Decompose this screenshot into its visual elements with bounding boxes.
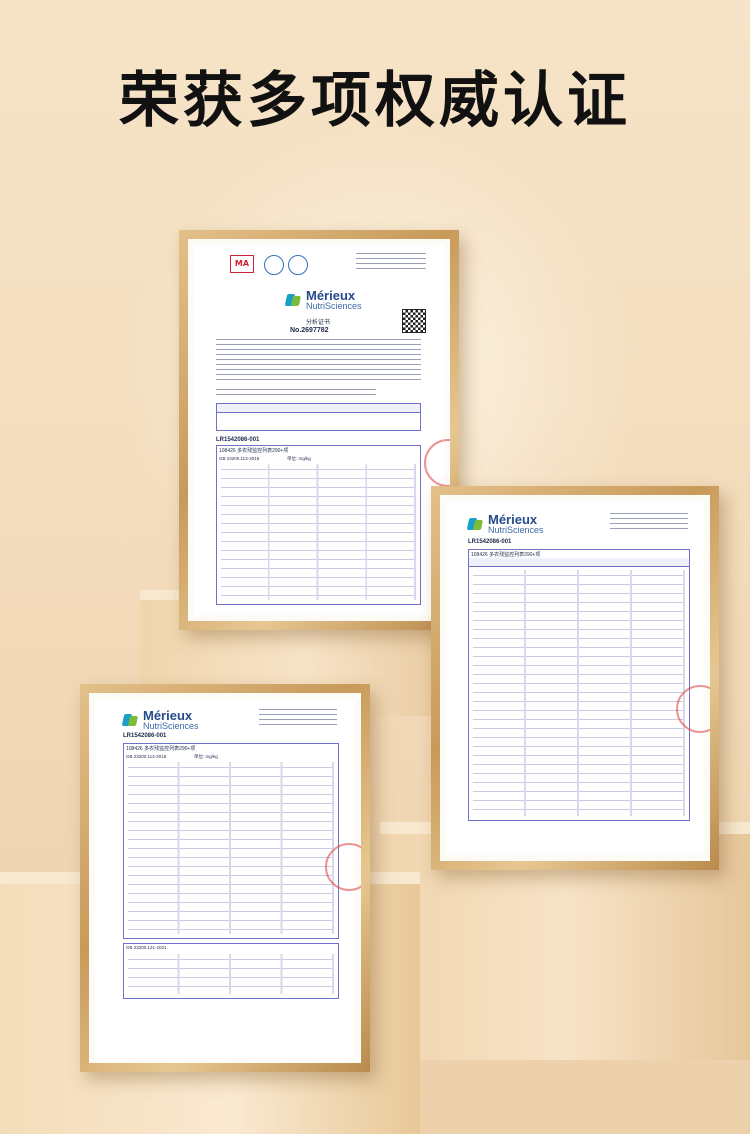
- brand-logo: Mérieux NutriSciences: [123, 709, 199, 731]
- unit-label: 单位: mg/kg: [194, 754, 218, 759]
- results-table: 108426 多农残监控列表290+项: [468, 549, 690, 821]
- sample-id: LR1542086-001: [123, 733, 167, 739]
- certificate-paper: Mérieux NutriSciences LR1542086-001 1084…: [89, 693, 361, 1063]
- certificate-frame-left: Mérieux NutriSciences LR1542086-001 1084…: [80, 684, 370, 1072]
- address-block: [356, 253, 426, 269]
- test-package: 108426 多农残监控列表290+项: [126, 746, 196, 752]
- brand-mark-icon: [286, 292, 302, 308]
- unit-label: 单位: mg/kg: [287, 456, 311, 461]
- test-package: 108426 多农残监控列表290+项: [219, 448, 289, 454]
- certificate-paper: Mérieux NutriSciences LR1542086-001 1084…: [440, 495, 710, 861]
- test-date-block: [216, 389, 376, 399]
- certificate-paper: MA Mérieux NutriSciences 分析证书 No.2697782…: [188, 239, 450, 621]
- cnas-logo: [288, 255, 308, 275]
- certificate-frame-right: Mérieux NutriSciences LR1542086-001 1084…: [431, 486, 719, 870]
- document-title: 分析证书: [306, 320, 331, 326]
- brand-subtitle: NutriSciences: [488, 525, 544, 535]
- sample-table: [216, 403, 421, 431]
- address-block: [259, 709, 337, 725]
- test-package: 108426 多农残监控列表290+项: [471, 552, 541, 558]
- sample-id: LR1542086-001: [468, 539, 512, 545]
- brand-subtitle: NutriSciences: [143, 721, 199, 731]
- standard-label: GB 23200.113-2018: [126, 754, 167, 759]
- brand-mark-icon: [123, 712, 139, 728]
- cma-logo: MA: [230, 255, 254, 273]
- results-columns: [473, 570, 685, 816]
- page-title: 荣获多项权威认证: [119, 66, 631, 136]
- address-block: [610, 513, 688, 529]
- qr-code: [402, 309, 426, 333]
- brand-subtitle: NutriSciences: [306, 301, 362, 311]
- sample-info-block: [216, 339, 421, 383]
- brand-logo: Mérieux NutriSciences: [468, 513, 544, 535]
- results-table: 108426 多农残监控列表290+项 GB 23200.113-2018 单位…: [123, 743, 339, 939]
- results-table-2: GB 23200.121-2021: [123, 943, 339, 999]
- results-table: 108426 多农残监控列表290+项 GB 23200.113-2018 单位…: [216, 445, 421, 605]
- results-columns: [128, 762, 334, 934]
- document-number: No.2697782: [290, 327, 329, 334]
- certificate-frame-main: MA Mérieux NutriSciences 分析证书 No.2697782…: [179, 230, 459, 630]
- brand-mark-icon: [468, 516, 484, 532]
- standard-label: GB 23200.113-2018: [219, 456, 260, 461]
- ilac-logo: [264, 255, 284, 275]
- standard-label-2: GB 23200.121-2021: [126, 945, 167, 950]
- brand-logo: Mérieux NutriSciences: [286, 289, 362, 311]
- sample-id: LR1542086-001: [216, 437, 260, 443]
- results-columns: [128, 954, 334, 994]
- results-columns: [221, 464, 416, 600]
